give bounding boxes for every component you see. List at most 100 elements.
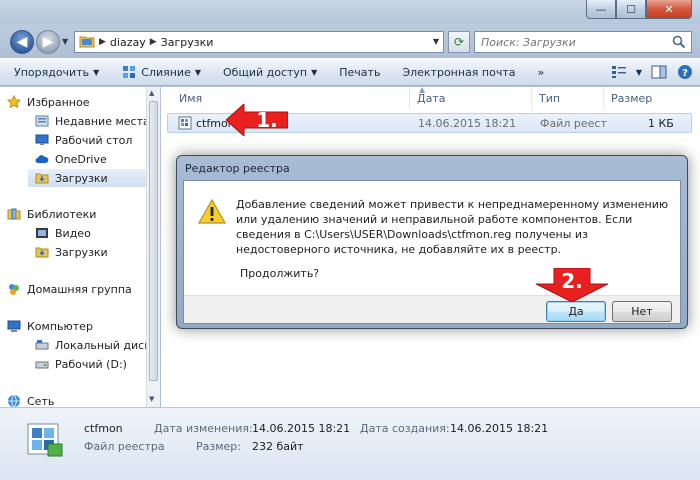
step-1-label: 1. xyxy=(256,108,278,132)
scroll-thumb[interactable] xyxy=(149,101,158,381)
search-input[interactable] xyxy=(481,35,669,49)
more-commands-button[interactable]: » xyxy=(538,66,545,79)
recent-places-icon xyxy=(34,113,50,129)
cloud-icon xyxy=(34,151,50,167)
nav-drive-c[interactable]: Локальный диск (C xyxy=(34,336,146,354)
back-button[interactable]: ◀ xyxy=(10,30,34,54)
print-label: Печать xyxy=(339,65,381,79)
column-size[interactable]: Размер xyxy=(611,92,652,105)
breadcrumb-downloads[interactable]: Загрузки xyxy=(161,36,214,49)
organize-button[interactable]: Упорядочить ▼ xyxy=(14,66,99,79)
forward-button[interactable]: ▶ xyxy=(36,30,60,54)
breadcrumb-separator-icon[interactable]: ▶ xyxy=(150,37,157,47)
nav-favorites[interactable]: Избранное xyxy=(6,93,152,111)
column-date[interactable]: Дата xyxy=(417,92,445,105)
address-dropdown-icon[interactable]: ▼ xyxy=(433,37,439,46)
nav-favorites-label: Избранное xyxy=(27,95,90,109)
registry-merge-icon xyxy=(121,64,137,80)
refresh-icon: ⟳ xyxy=(453,35,465,49)
nav-scrollbar[interactable]: ▲ ▼ xyxy=(146,87,160,407)
file-size: 1 КБ xyxy=(648,117,674,130)
step-1-callout: 1. xyxy=(226,104,288,136)
preview-pane-icon[interactable] xyxy=(650,63,668,81)
nav-homegroup-label: Домашняя группа xyxy=(27,282,132,296)
nav-libraries[interactable]: Библиотеки xyxy=(6,205,152,223)
nav-video-label: Видео xyxy=(55,226,91,240)
email-button[interactable]: Электронная почта xyxy=(402,66,515,79)
merge-button[interactable]: Слияние ▼ xyxy=(121,64,201,80)
view-options-icon[interactable] xyxy=(610,63,628,81)
downloads-library-icon xyxy=(34,244,50,260)
no-button[interactable]: Нет xyxy=(612,301,672,322)
more-commands-label: » xyxy=(537,65,545,79)
address-bar[interactable]: ▶ diazay ▶ Загрузки ▼ xyxy=(74,31,444,53)
back-arrow-icon: ◀ xyxy=(16,34,28,50)
nav-recent-places-label: Недавние места xyxy=(55,114,146,128)
nav-onedrive[interactable]: OneDrive xyxy=(34,150,146,168)
step-2-callout: 2. xyxy=(536,268,608,302)
view-controls: ▼ ? xyxy=(610,63,694,81)
homegroup-icon xyxy=(6,281,22,297)
nav-downloads-label: Загрузки xyxy=(55,171,108,185)
details-created-label: Дата создания: xyxy=(360,422,450,435)
search-icon[interactable] xyxy=(672,35,686,52)
scroll-up-icon[interactable]: ▲ xyxy=(149,89,154,97)
breadcrumb-user[interactable]: diazay xyxy=(110,36,146,49)
column-divider[interactable] xyxy=(409,87,410,109)
address-row: ◀ ▶ ▼ ▶ diazay ▶ Загрузки ▼ ⟳ xyxy=(0,24,700,58)
details-created-value: 14.06.2015 18:21 xyxy=(450,422,549,435)
dialog-message: Добавление сведений может привести к неп… xyxy=(236,198,669,256)
file-date: 14.06.2015 18:21 xyxy=(418,117,517,130)
details-pane: ctfmon Файл реестра Дата изменения: 14.0… xyxy=(0,407,700,480)
svg-text:?: ? xyxy=(682,68,688,79)
print-button[interactable]: Печать xyxy=(339,66,380,79)
recent-pages-chevron-icon[interactable]: ▼ xyxy=(62,37,68,46)
nav-desktop[interactable]: Рабочий стол xyxy=(34,131,146,149)
view-dropdown-icon[interactable]: ▼ xyxy=(636,68,642,77)
scroll-down-icon[interactable]: ▼ xyxy=(149,395,154,403)
window-controls: — ☐ ✕ xyxy=(586,0,692,19)
maximize-button[interactable]: ☐ xyxy=(616,0,646,19)
column-divider[interactable] xyxy=(531,87,532,109)
details-modified-label: Дата изменения: xyxy=(154,422,253,435)
details-size-value: 232 байт xyxy=(252,440,304,453)
details-file-name: ctfmon xyxy=(84,422,123,435)
drive-c-icon xyxy=(34,337,50,353)
file-type: Файл реест xyxy=(540,117,607,130)
merge-label: Слияние xyxy=(141,65,191,79)
column-name[interactable]: Имя xyxy=(179,92,202,105)
help-icon[interactable]: ? xyxy=(676,63,694,81)
warning-icon xyxy=(197,198,227,228)
chevron-down-icon: ▼ xyxy=(93,67,100,77)
email-label: Электронная почта xyxy=(402,65,516,79)
nav-drive-d-label: Рабочий (D:) xyxy=(55,357,127,371)
close-button[interactable]: ✕ xyxy=(646,0,692,19)
registry-editor-dialog: Редактор реестра Добавление сведений мож… xyxy=(176,155,688,329)
minimize-button[interactable]: — xyxy=(586,0,616,19)
nav-drive-c-label: Локальный диск (C xyxy=(55,338,146,352)
navigation-pane: Избранное Недавние места Рабочий стол On… xyxy=(0,87,160,408)
nav-downloads[interactable]: Загрузки xyxy=(28,169,146,187)
nav-library-downloads[interactable]: Загрузки xyxy=(34,243,146,261)
dialog-body: Добавление сведений может привести к неп… xyxy=(183,180,681,324)
nav-onedrive-label: OneDrive xyxy=(55,152,107,166)
dialog-title: Редактор реестра xyxy=(185,162,290,175)
details-file-type: Файл реестра xyxy=(84,440,165,453)
nav-homegroup[interactable]: Домашняя группа xyxy=(6,280,152,298)
nav-recent-places[interactable]: Недавние места xyxy=(34,112,146,130)
refresh-button[interactable]: ⟳ xyxy=(448,31,470,53)
share-button[interactable]: Общий доступ ▼ xyxy=(223,66,317,79)
column-divider[interactable] xyxy=(603,87,604,109)
nav-drive-d[interactable]: Рабочий (D:) xyxy=(34,355,146,373)
nav-computer[interactable]: Компьютер xyxy=(6,317,152,335)
folder-icon xyxy=(79,34,95,51)
column-type[interactable]: Тип xyxy=(539,92,560,105)
desktop-icon xyxy=(34,132,50,148)
yes-button[interactable]: Да xyxy=(546,301,606,322)
registry-file-large-icon xyxy=(24,418,66,463)
nav-video[interactable]: Видео xyxy=(34,224,146,242)
step-2-label: 2. xyxy=(561,269,583,293)
breadcrumb-separator-icon[interactable]: ▶ xyxy=(99,37,106,47)
search-box[interactable] xyxy=(474,31,692,53)
command-bar: Упорядочить ▼ Слияние ▼ Общий доступ ▼ П… xyxy=(0,58,700,86)
